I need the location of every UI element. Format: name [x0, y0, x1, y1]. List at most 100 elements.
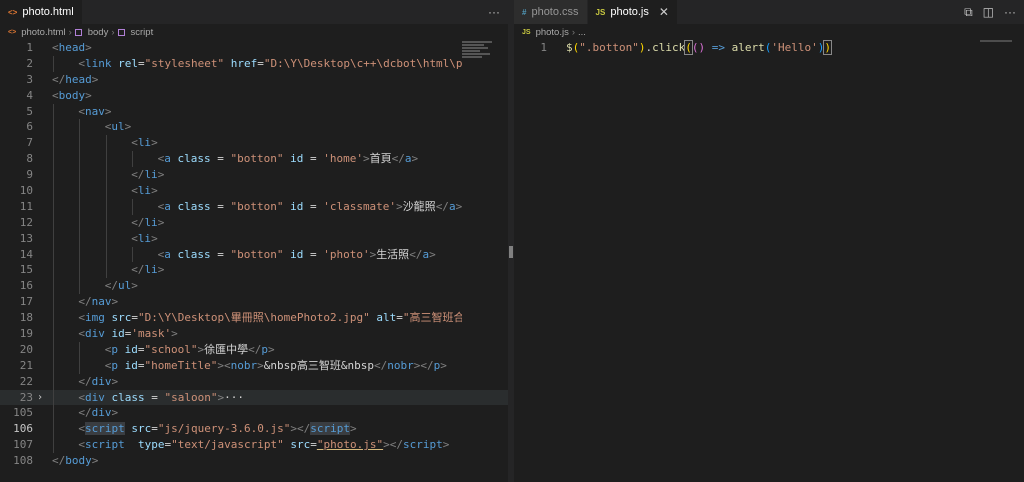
- right-tab-bar: # photo.css JS photo.js ✕ ⧉ ◫ ···: [514, 0, 1024, 24]
- code-line[interactable]: 106 <script src="js/jquery-3.6.0.js"></sc…: [0, 421, 508, 438]
- code-token: >: [157, 168, 165, 182]
- tab-photo-css[interactable]: # photo.css: [514, 0, 588, 24]
- minimap[interactable]: [462, 40, 508, 80]
- code-token: =: [396, 311, 403, 325]
- code-token: >: [157, 215, 165, 229]
- code-line[interactable]: 3 </head>: [0, 72, 508, 88]
- code-token: =: [210, 199, 231, 213]
- code-line[interactable]: 13 <li>: [0, 230, 508, 247]
- code-line[interactable]: 107 <script type="text/javascript" src="p…: [0, 437, 508, 454]
- split-editor-icon[interactable]: ◫: [983, 5, 994, 19]
- close-icon[interactable]: ✕: [659, 5, 669, 19]
- code-token: "D:\Y\Desktop\畢冊照\homePhoto2.jpg": [138, 311, 370, 325]
- code-line[interactable]: 16 </ul>: [0, 278, 508, 295]
- tab-photo-js[interactable]: JS photo.js ✕: [587, 0, 678, 24]
- code-token: rel: [118, 56, 139, 70]
- code-line[interactable]: 12 </li>: [0, 214, 508, 231]
- fold-chevron-icon[interactable]: ›: [37, 390, 47, 406]
- splitter-grip[interactable]: [509, 246, 513, 258]
- code-text: <nav>: [52, 104, 462, 120]
- code-line[interactable]: 4 <body>: [0, 88, 508, 104]
- code-token: =: [144, 390, 165, 404]
- code-token: =: [303, 247, 324, 261]
- code-line[interactable]: 15 </li>: [0, 262, 508, 279]
- line-number: 20: [19, 342, 33, 356]
- code-text: <body>: [52, 88, 462, 104]
- code-line[interactable]: 18 <img src="D:\Y\Desktop\畢冊照\homePhoto2.…: [0, 310, 508, 327]
- code-token: id: [290, 152, 304, 166]
- code-token: >: [124, 120, 132, 134]
- code-token: 生活照: [376, 247, 410, 261]
- code-token: type: [138, 438, 165, 452]
- code-token: click: [652, 41, 686, 54]
- code-token: >: [157, 263, 165, 277]
- code-token: (): [691, 41, 706, 54]
- tab-label: photo.js: [610, 6, 649, 18]
- code-token: ></: [290, 422, 311, 436]
- code-token: =: [303, 152, 324, 166]
- code-line[interactable]: 5 <nav>: [0, 103, 508, 120]
- code-editor-html[interactable]: 1 <head> 2 <link rel="stylesheet" href="D:\…: [0, 40, 508, 482]
- compare-icon[interactable]: ⧉: [964, 5, 973, 20]
- code-token: id: [124, 358, 138, 372]
- code-line[interactable]: 2 <link rel="stylesheet" href="D:\Y\Deskt…: [0, 55, 508, 72]
- breadcrumb-item-script[interactable]: script: [131, 27, 154, 38]
- code-line[interactable]: 21 <p id="homeTitle"><nobr>&nbsp高三智班&nbsp…: [0, 357, 508, 374]
- code-line[interactable]: 7 <li>: [0, 135, 508, 152]
- code-token: class: [111, 390, 145, 404]
- tab-photo-html[interactable]: <> photo.html: [0, 0, 83, 24]
- code-line[interactable]: 1 <head>: [0, 40, 508, 56]
- code-token: alert: [731, 41, 765, 54]
- code-line[interactable]: 17 </nav>: [0, 294, 508, 311]
- css-file-icon: #: [522, 7, 527, 17]
- code-token: li: [144, 215, 158, 229]
- line-number: 5: [26, 104, 33, 118]
- line-number: 11: [19, 199, 33, 213]
- breadcrumb-item-body[interactable]: body: [88, 27, 109, 38]
- code-token: id: [290, 199, 304, 213]
- code-token: >: [396, 199, 403, 213]
- code-text: </body>: [52, 453, 462, 469]
- breadcrumb-item-more[interactable]: ...: [578, 27, 586, 38]
- code-line[interactable]: 1 $(".botton").click(() => alert('Hello')…: [514, 40, 1024, 56]
- code-token: body: [58, 88, 86, 102]
- code-line[interactable]: 22 </div>: [0, 373, 508, 390]
- code-token: </: [374, 358, 388, 372]
- code-token: a: [448, 199, 456, 213]
- minimap[interactable]: [980, 40, 1012, 42]
- code-token: img: [85, 311, 105, 325]
- code-line[interactable]: 19 <div id='mask'>: [0, 326, 508, 342]
- breadcrumb-item-file[interactable]: photo.html: [21, 27, 65, 38]
- code-editor-js[interactable]: 1 $(".botton").click(() => alert('Hello')…: [514, 40, 1024, 482]
- html-file-icon: <>: [8, 28, 17, 36]
- more-actions-icon[interactable]: ···: [488, 5, 500, 19]
- code-line[interactable]: 6 <ul>: [0, 119, 508, 136]
- code-token: head: [58, 41, 86, 54]
- code-token: </: [409, 247, 423, 261]
- more-actions-icon[interactable]: ···: [1004, 5, 1016, 19]
- code-token: "text/javascript": [171, 438, 284, 452]
- code-token: <: [52, 88, 59, 102]
- code-token: </: [78, 374, 92, 388]
- code-line[interactable]: 14 <a class = "botton" id = 'photo'>生活照</…: [0, 246, 508, 263]
- line-number: 22: [19, 374, 33, 388]
- chevron-right-icon: ›: [68, 26, 72, 38]
- code-line[interactable]: 105 </div>: [0, 405, 508, 422]
- code-token: <: [131, 136, 138, 150]
- code-token: class: [177, 152, 211, 166]
- code-line[interactable]: 108 </body>: [0, 453, 508, 469]
- code-token: =: [138, 56, 145, 70]
- code-line[interactable]: 8 <a class = "botton" id = 'home'>首頁</a>: [0, 151, 508, 168]
- breadcrumb-item-file[interactable]: photo.js: [536, 27, 569, 38]
- code-line[interactable]: 23 › <div class = "saloon">···: [0, 389, 508, 406]
- code-line[interactable]: 20 <p id="school">徐匯中學</p>: [0, 341, 508, 358]
- code-text: <script type="text/javascript" src="phot…: [52, 437, 462, 453]
- code-token: >: [111, 295, 119, 309]
- code-line[interactable]: 10 <li>: [0, 183, 508, 199]
- code-line[interactable]: 9 </li>: [0, 167, 508, 184]
- code-line[interactable]: 11 <a class = "botton" id = 'classmate'>沙…: [0, 198, 508, 215]
